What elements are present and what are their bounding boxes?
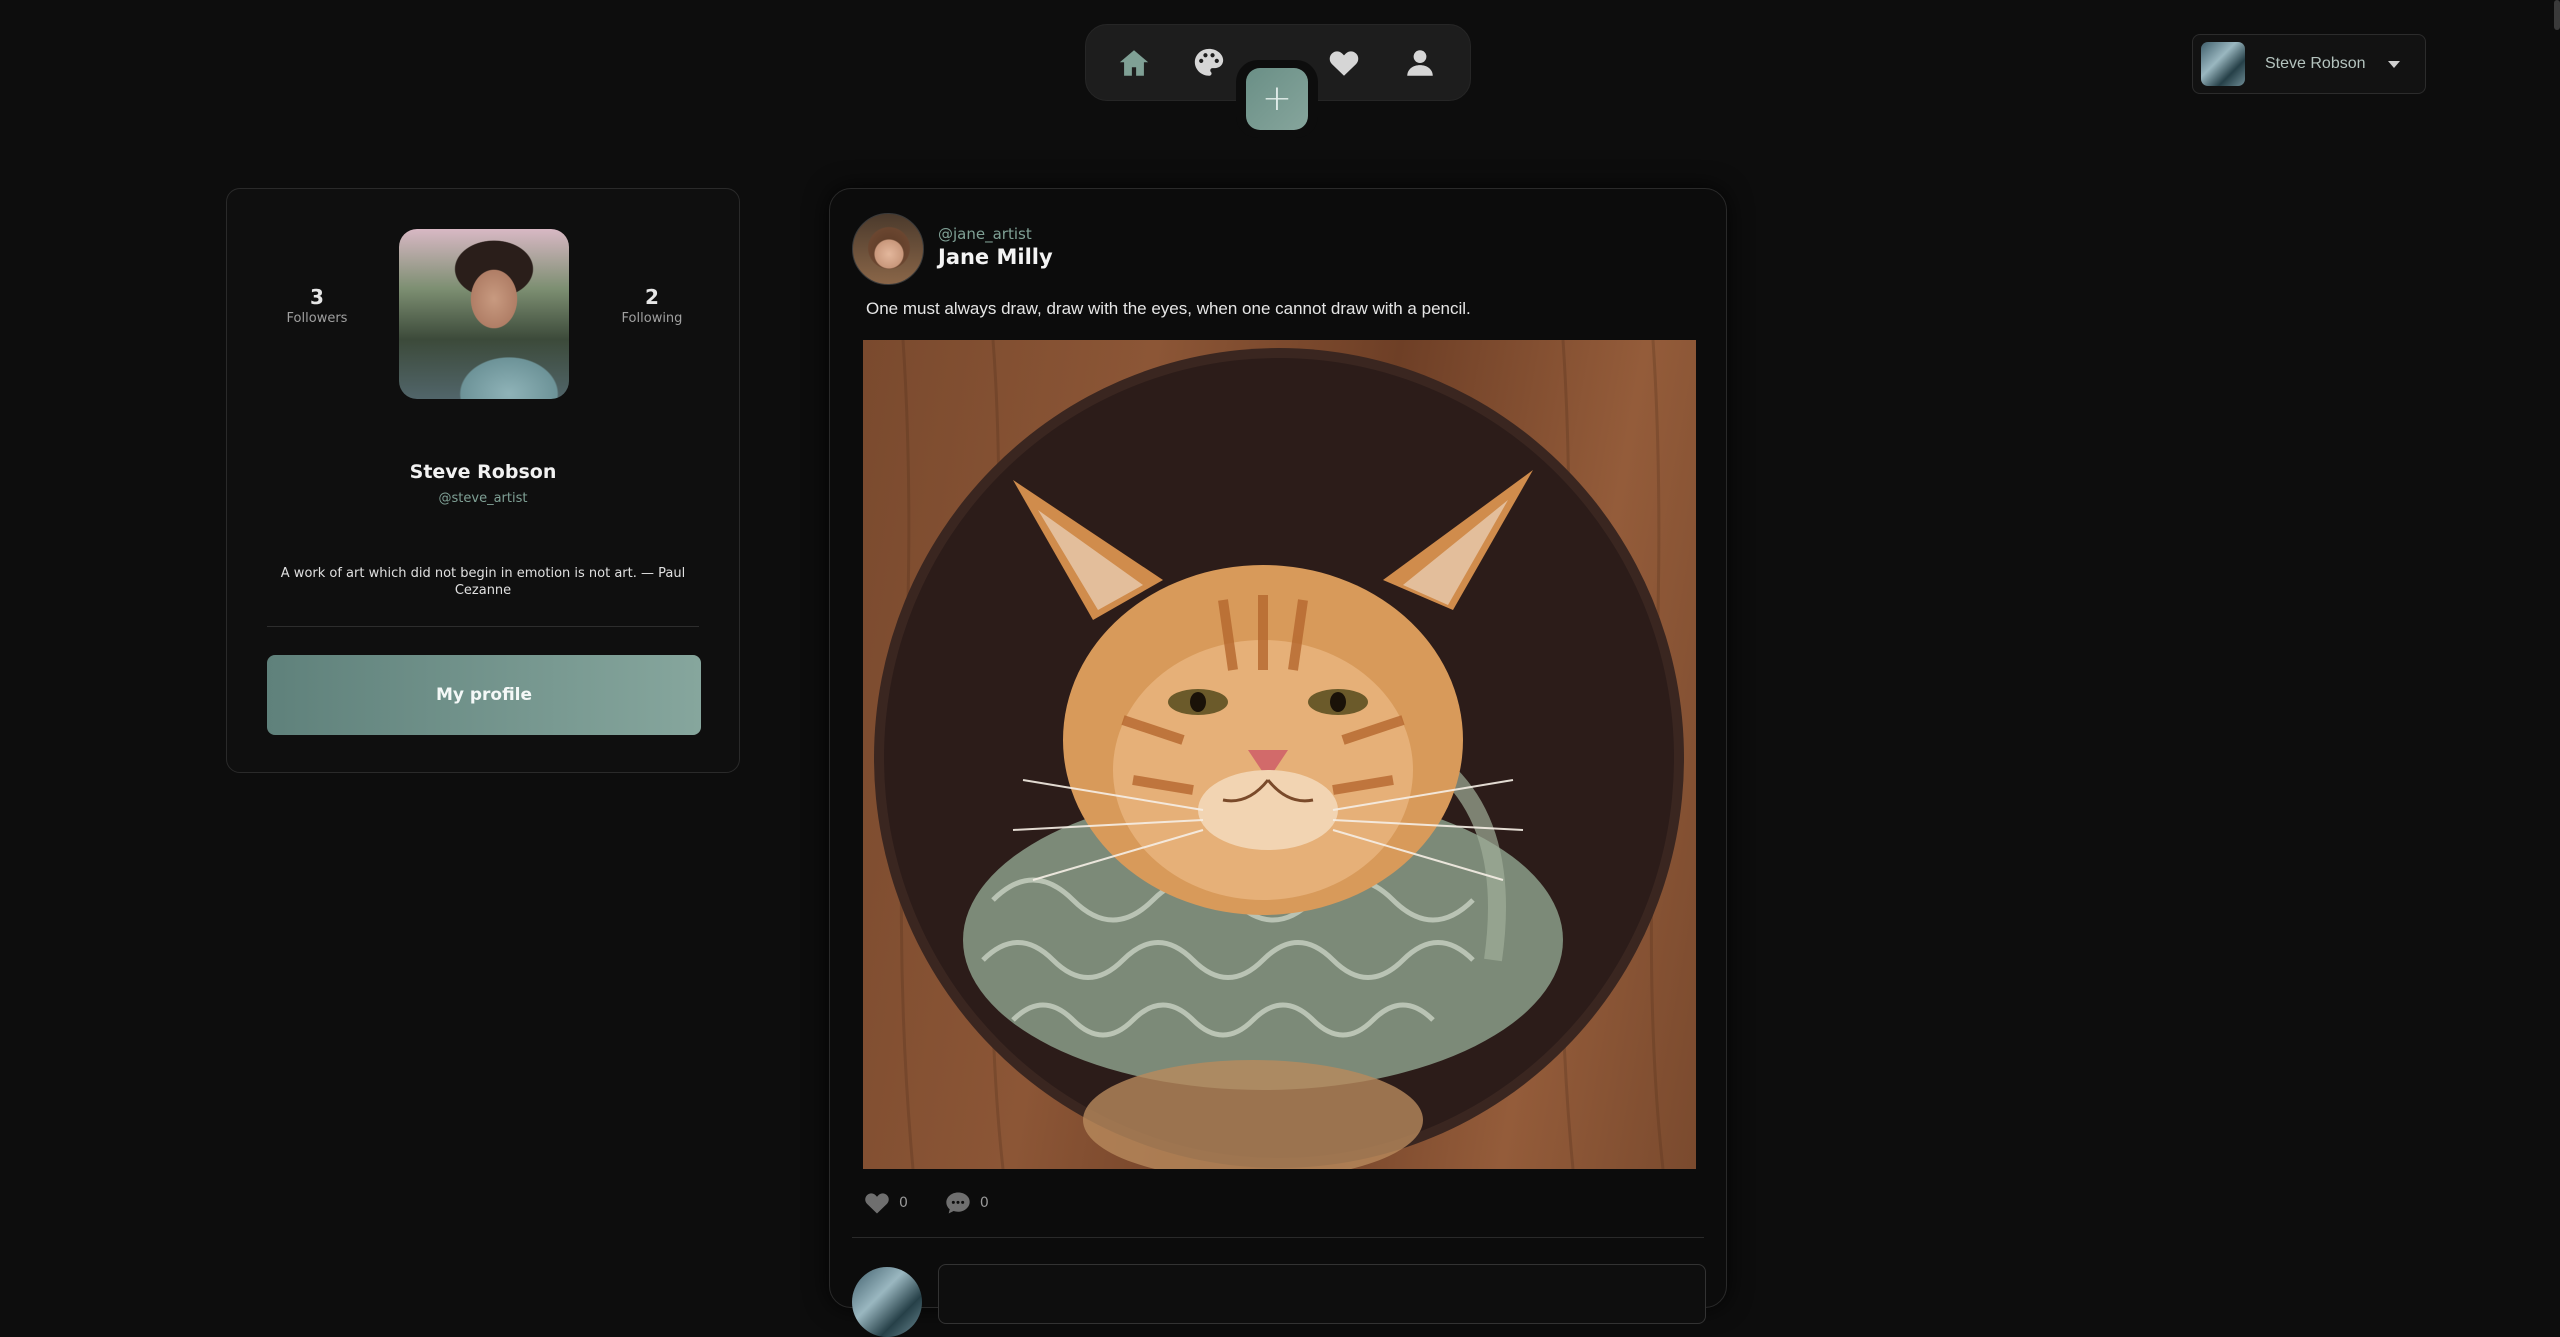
like-button[interactable]: 0 — [863, 1189, 908, 1217]
profile-card: 3 Followers 2 Following Steve Robson @st… — [226, 188, 740, 773]
heart-icon — [865, 1193, 889, 1214]
comment-button[interactable]: 0 — [944, 1189, 989, 1217]
plus-icon: + — [1261, 78, 1293, 119]
post-image[interactable] — [863, 340, 1696, 1169]
commenter-avatar — [852, 1267, 922, 1337]
following-stat[interactable]: 2 Following — [597, 285, 707, 326]
add-post-button[interactable]: + — [1246, 68, 1308, 130]
user-menu-name: Steve Robson — [2265, 55, 2366, 72]
following-count: 2 — [645, 285, 659, 309]
post-text: One must always draw, draw with the eyes… — [866, 299, 1471, 318]
divider — [267, 626, 699, 627]
comment-icon — [946, 1192, 970, 1214]
profile-photo — [399, 229, 569, 399]
like-count: 0 — [899, 1195, 908, 1211]
following-label: Following — [621, 311, 683, 326]
my-profile-button[interactable]: My profile — [267, 655, 701, 735]
post-author-name[interactable]: Jane Milly — [938, 245, 1053, 269]
user-icon[interactable] — [1400, 43, 1440, 83]
followers-stat[interactable]: 3 Followers — [262, 285, 372, 326]
profile-name: Steve Robson — [409, 461, 557, 483]
post-author-avatar[interactable] — [852, 213, 924, 285]
followers-label: Followers — [286, 311, 348, 326]
feed-post: @jane_artist Jane Milly One must always … — [829, 188, 1727, 1337]
post-actions: 0 0 — [863, 1189, 1015, 1217]
caret-down-icon — [2387, 60, 2400, 68]
user-menu-dropdown[interactable]: Steve Robson — [2192, 34, 2426, 94]
comment-count: 0 — [979, 1195, 989, 1211]
palette-icon[interactable] — [1189, 43, 1229, 83]
post-author-handle[interactable]: @jane_artist — [938, 225, 1032, 243]
profile-bio: A work of art which did not begin in emo… — [280, 566, 686, 598]
followers-count: 3 — [310, 285, 324, 309]
scrollbar[interactable] — [2554, 0, 2560, 30]
heart-icon[interactable] — [1324, 43, 1364, 83]
avatar — [2201, 42, 2245, 86]
add-button-wrapper: + — [1236, 60, 1318, 138]
divider — [852, 1237, 1704, 1238]
home-icon[interactable] — [1114, 43, 1154, 83]
profile-handle: @steve_artist — [438, 491, 528, 506]
comment-input[interactable] — [938, 1264, 1706, 1324]
